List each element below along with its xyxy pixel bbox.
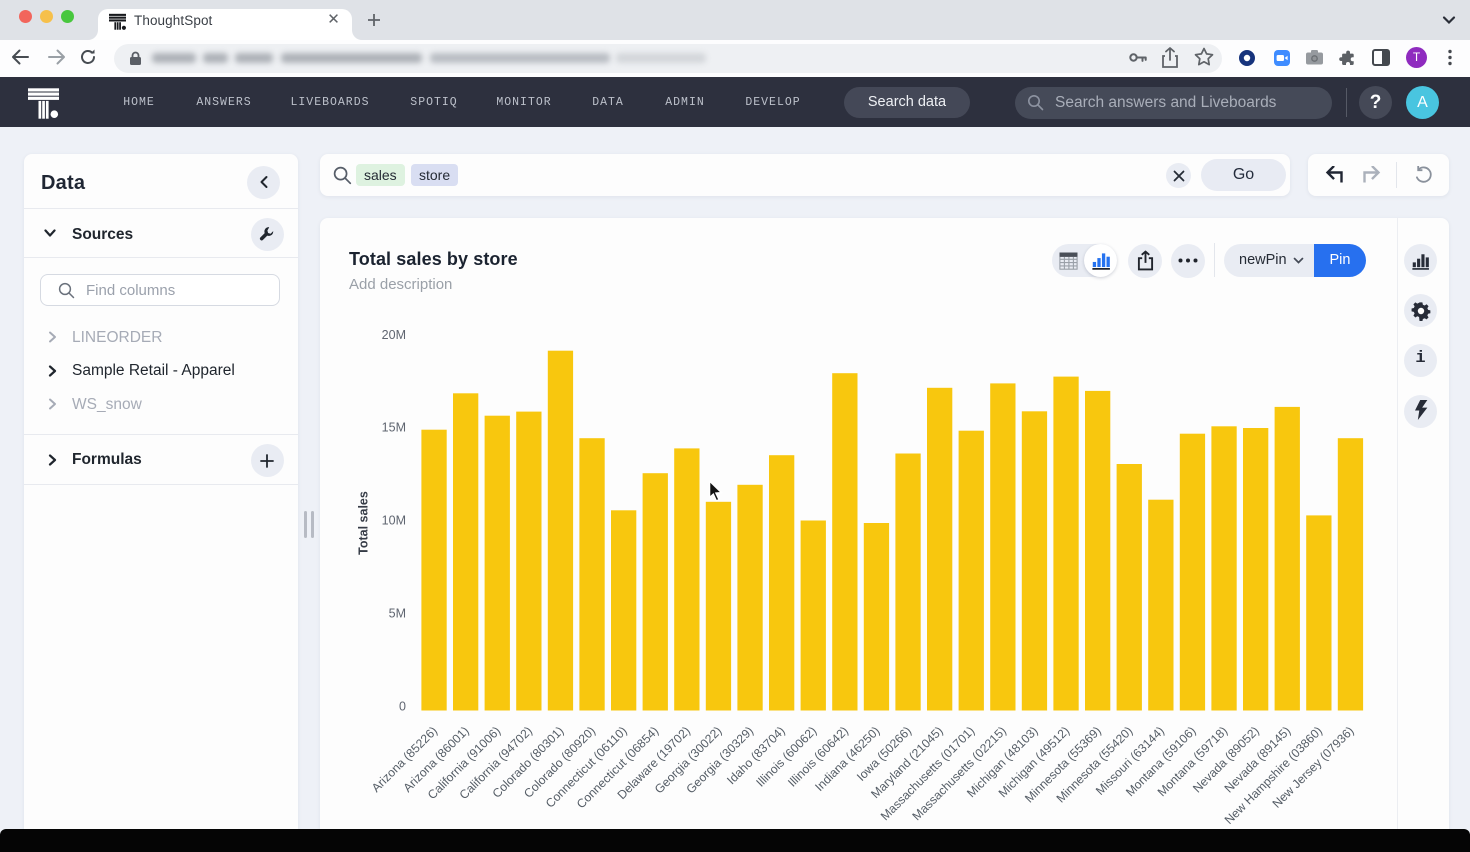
svg-text:Total sales: Total sales bbox=[357, 491, 371, 555]
svg-text:0: 0 bbox=[399, 700, 406, 714]
svg-text:20M: 20M bbox=[382, 328, 406, 342]
svg-text:10M: 10M bbox=[382, 514, 406, 528]
svg-text:5M: 5M bbox=[389, 607, 406, 621]
svg-text:15M: 15M bbox=[382, 420, 406, 434]
